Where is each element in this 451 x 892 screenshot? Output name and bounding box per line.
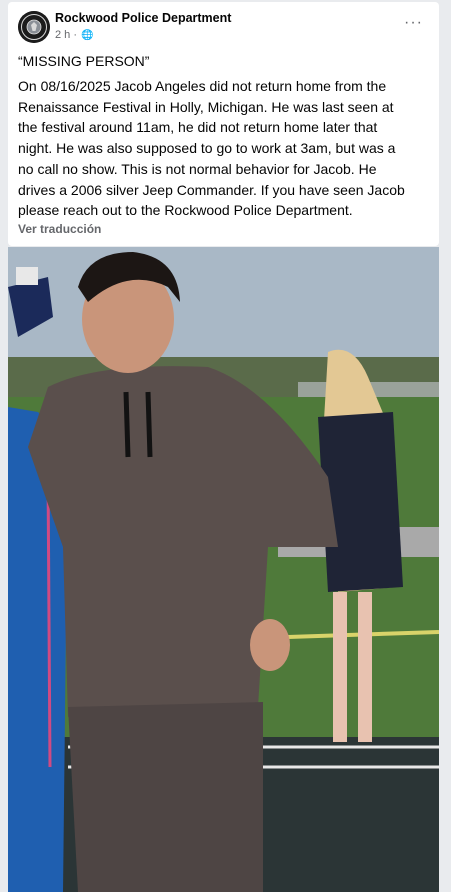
photo-illustration [8, 247, 439, 892]
post-title: “MISSING PERSON” [18, 53, 150, 69]
post-card: Rockwood Police Department 2 h · 🌐 ··· “… [8, 2, 439, 246]
page-avatar[interactable] [18, 11, 50, 43]
post-line: the festival around 11am, he did not ret… [18, 119, 378, 136]
post-line: no call no show. This is not normal beha… [18, 160, 377, 177]
post-line: please reach out to the Rockwood Police … [18, 202, 353, 219]
post-body: On 08/16/2025 Jacob Angeles did not retu… [18, 76, 436, 221]
post-line: Renaissance Festival in Holly, Michigan.… [18, 98, 394, 115]
post-line: On 08/16/2025 Jacob Angeles did not retu… [18, 78, 387, 94]
page-name[interactable]: Rockwood Police Department [55, 11, 231, 25]
police-badge-icon [18, 11, 50, 43]
post-photo[interactable] [8, 247, 439, 892]
post-line: drives a 2006 silver Jeep Commander. If … [18, 181, 405, 198]
globe-icon: 🌐 [81, 30, 94, 41]
post-meta: 2 h · 🌐 [55, 29, 94, 41]
more-options-icon[interactable]: ··· [404, 14, 423, 32]
post-line: night. He was also supposed to go to wor… [18, 140, 396, 157]
post-time[interactable]: 2 h [55, 29, 70, 41]
see-translation-link[interactable]: Ver traducción [18, 222, 101, 236]
